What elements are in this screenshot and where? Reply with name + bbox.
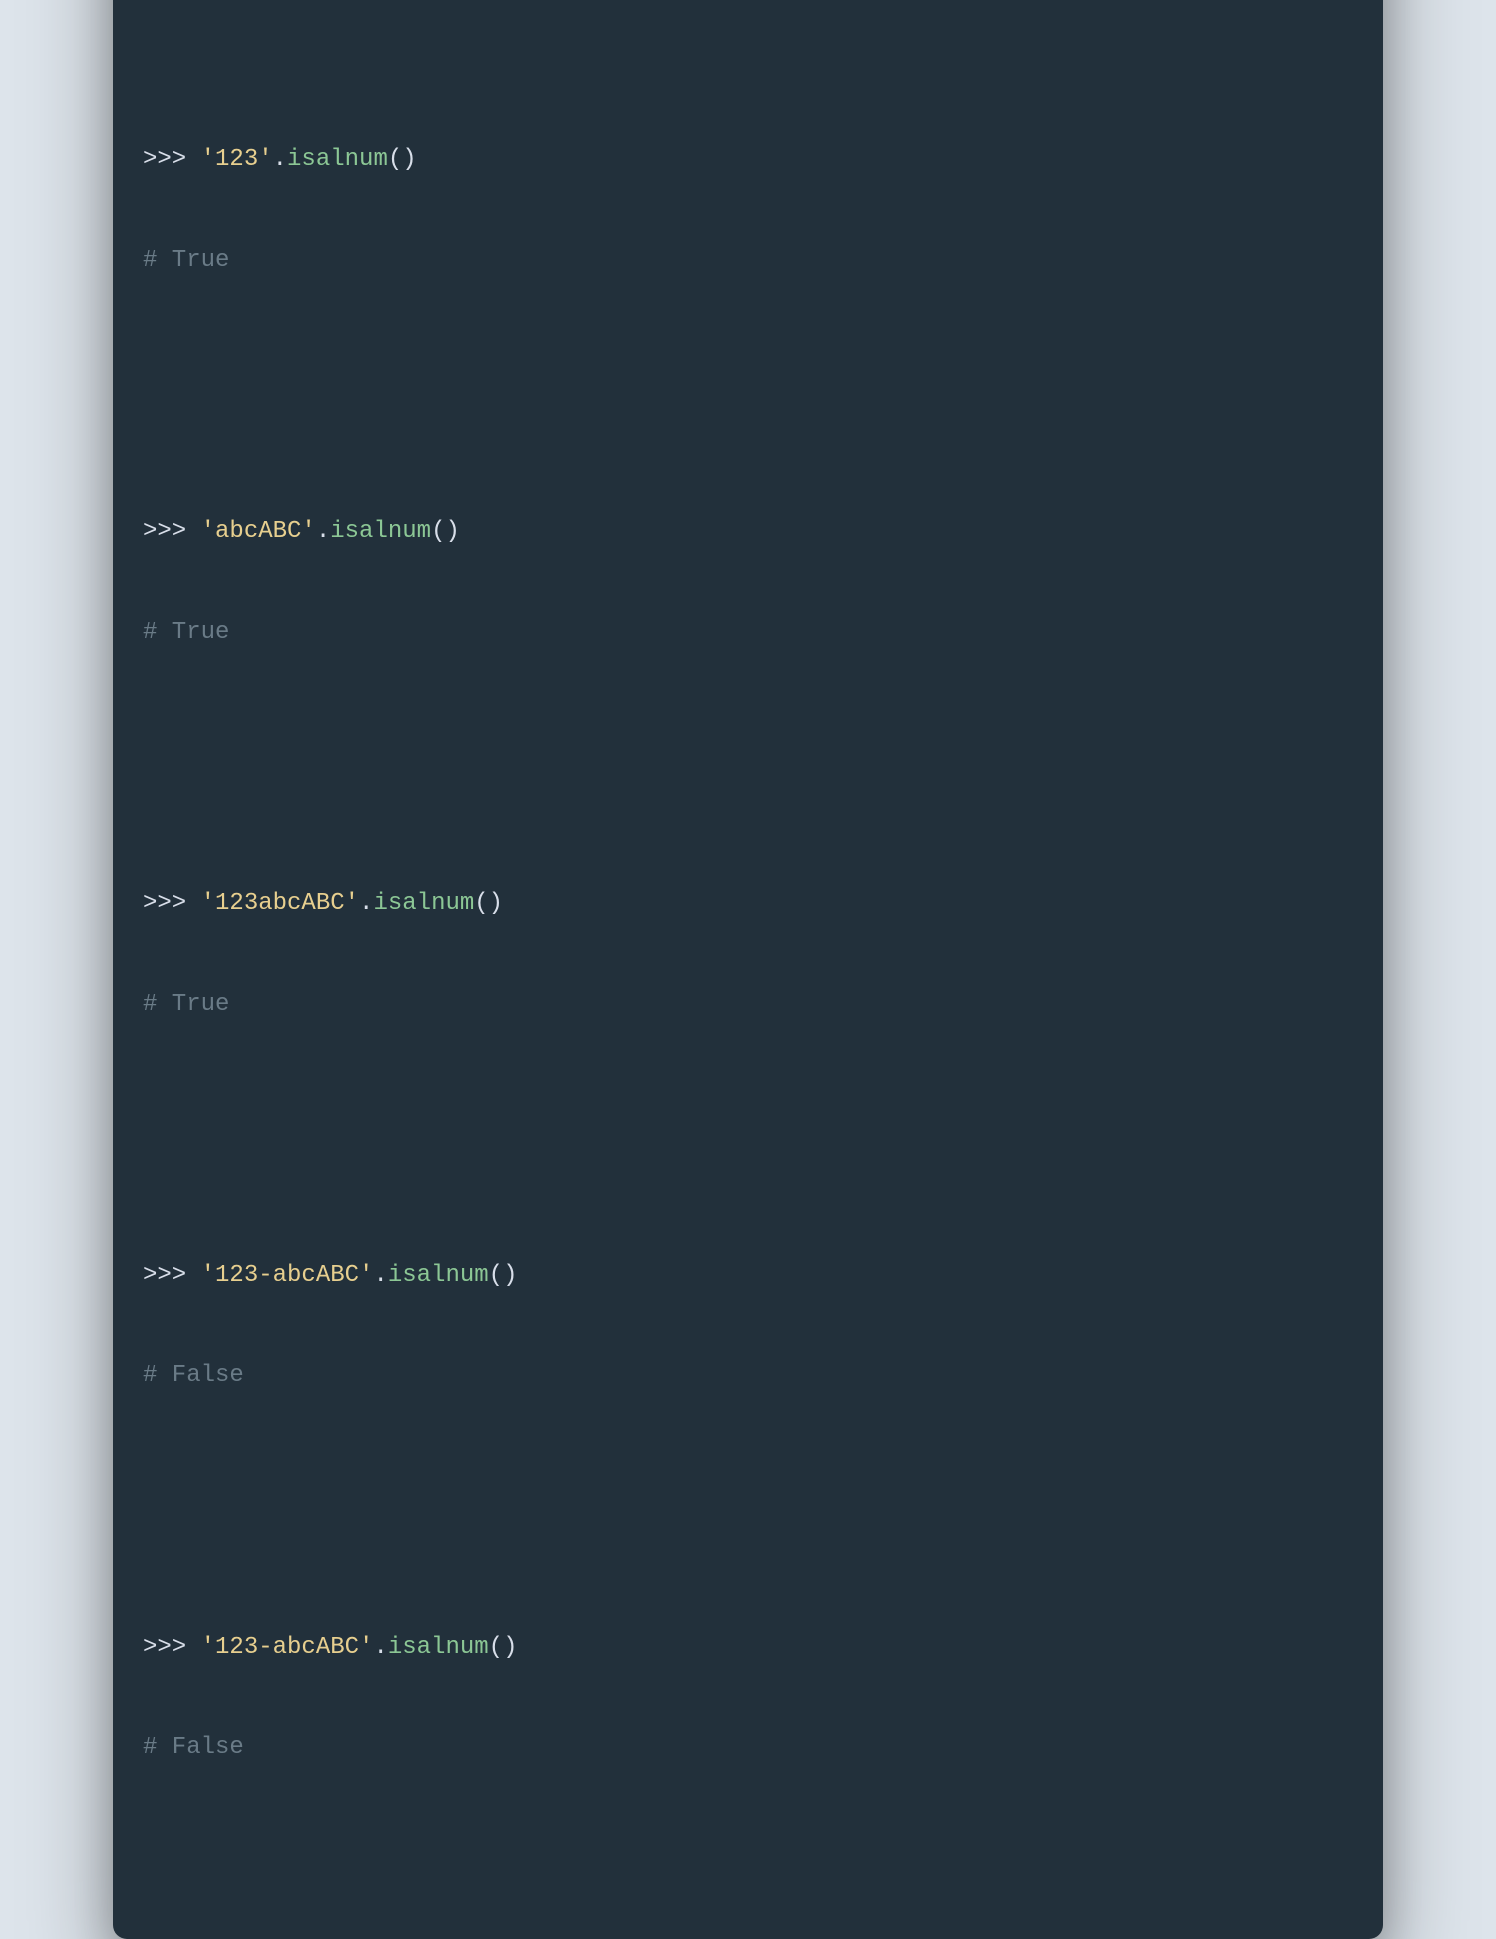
method-name: isalnum	[388, 1634, 489, 1661]
parentheses: ()	[431, 518, 460, 545]
dot-operator: .	[273, 146, 287, 173]
method-name: isalnum	[287, 146, 388, 173]
code-line: >>> '123'.isalnum()	[143, 143, 1353, 177]
method-name: isalnum	[330, 518, 431, 545]
parentheses: ()	[388, 146, 417, 173]
string-literal: 'abcABC'	[201, 518, 316, 545]
string-literal: '123-abcABC'	[201, 1262, 374, 1289]
code-line: >>> 'abcABC'.isalnum()	[143, 515, 1353, 549]
code-line: >>> '123-abcABC'.isalnum()	[143, 1259, 1353, 1293]
comment-text: # True	[143, 991, 229, 1018]
dot-operator: .	[373, 1262, 387, 1289]
terminal-window: >>> ''.isalnum() # False >>> ' '.isalnum…	[113, 0, 1383, 1939]
string-literal: '123-abcABC'	[201, 1634, 374, 1661]
method-name: isalnum	[388, 1262, 489, 1289]
comment-line: # False	[143, 1359, 1353, 1393]
dot-operator: .	[316, 518, 330, 545]
repl-prompt: >>>	[143, 890, 201, 917]
parentheses: ()	[489, 1634, 518, 1661]
code-content: >>> ''.isalnum() # False >>> ' '.isalnum…	[143, 0, 1353, 1899]
comment-line: # True	[143, 244, 1353, 278]
comment-text: # True	[143, 619, 229, 646]
code-block: >>> '123-abcABC'.isalnum() # False	[143, 1192, 1353, 1461]
method-name: isalnum	[373, 890, 474, 917]
comment-line: # True	[143, 616, 1353, 650]
code-block: >>> '123abcABC'.isalnum() # True	[143, 820, 1353, 1089]
code-block: >>> 'abcABC'.isalnum() # True	[143, 448, 1353, 717]
parentheses: ()	[489, 1262, 518, 1289]
repl-prompt: >>>	[143, 146, 201, 173]
string-literal: '123abcABC'	[201, 890, 359, 917]
comment-line: # False	[143, 1731, 1353, 1765]
string-literal: '123'	[201, 146, 273, 173]
comment-text: # True	[143, 247, 229, 274]
code-block: >>> '123'.isalnum() # True	[143, 76, 1353, 345]
code-line: >>> '123-abcABC'.isalnum()	[143, 1631, 1353, 1665]
repl-prompt: >>>	[143, 1262, 201, 1289]
repl-prompt: >>>	[143, 518, 201, 545]
dot-operator: .	[373, 1634, 387, 1661]
dot-operator: .	[359, 890, 373, 917]
parentheses: ()	[474, 890, 503, 917]
repl-prompt: >>>	[143, 1634, 201, 1661]
comment-line: # True	[143, 988, 1353, 1022]
code-line: >>> '123abcABC'.isalnum()	[143, 887, 1353, 921]
comment-text: # False	[143, 1734, 244, 1761]
code-block: >>> '123-abcABC'.isalnum() # False	[143, 1563, 1353, 1832]
comment-text: # False	[143, 1362, 244, 1389]
